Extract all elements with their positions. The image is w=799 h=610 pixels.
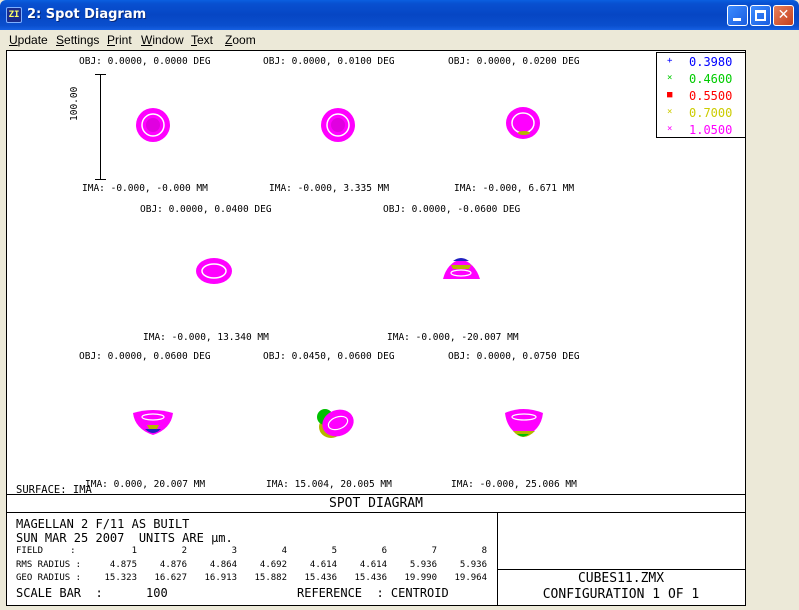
field-number: 6 (381, 546, 387, 556)
field-number: 7 (431, 546, 437, 556)
rms-value: 4.875 (109, 560, 137, 570)
close-icon: ✕ (777, 7, 790, 23)
menu-zoom[interactable]: Zoom (225, 33, 256, 47)
menu-print[interactable]: Print (107, 33, 132, 47)
rms-value: 5.936 (409, 560, 437, 570)
menu-window[interactable]: Window (141, 33, 184, 47)
spot-field-4 (196, 258, 232, 284)
spot-diagram-canvas[interactable]: + 0.3980 × 0.4600 ■ 0.5500 × 0.7000 × 1.… (6, 50, 746, 606)
rms-value: 5.936 (459, 560, 487, 570)
menu-text[interactable]: Text (191, 33, 213, 47)
stats-table: 1 2 3 4 5 6 7 8 4.875 4.876 4.864 4.692 … (77, 546, 487, 586)
menu-bar: Update Settings Print Window Text Zoom (0, 30, 799, 50)
rms-value: 4.692 (259, 560, 287, 570)
spot-field-2 (321, 108, 355, 142)
geo-value: 19.990 (404, 573, 437, 583)
minimize-button[interactable] (727, 5, 748, 26)
geo-row-label: GEO RADIUS : (16, 573, 82, 583)
lens-title: MAGELLAN 2 F/11 AS BUILT (16, 517, 190, 531)
spot-field-5 (443, 258, 480, 279)
file-name: CUBES11.ZMX (577, 571, 665, 586)
menu-settings[interactable]: Settings (56, 33, 99, 47)
spot-field-3 (506, 107, 540, 139)
geo-value: 16.627 (154, 573, 187, 583)
panel-heading: SPOT DIAGRAM (329, 496, 423, 511)
geo-value: 15.436 (354, 573, 387, 583)
spot-field-1 (136, 108, 170, 142)
menu-update[interactable]: Update (9, 33, 48, 47)
title-bar[interactable]: ZI 2: Spot Diagram ✕ (0, 0, 799, 30)
spot-plots (133, 107, 543, 438)
window-title: 2: Spot Diagram (27, 7, 147, 22)
panel-right-divider (497, 569, 745, 570)
minimize-icon (733, 18, 741, 21)
spot-field-8 (505, 409, 543, 437)
panel-heading-divider (7, 512, 745, 513)
reference-text: REFERENCE : CENTROID (297, 586, 449, 600)
field-number: 3 (231, 546, 237, 556)
configuration-label: CONFIGURATION 1 OF 1 (542, 587, 700, 602)
field-number: 2 (181, 546, 187, 556)
field-number: 8 (481, 546, 487, 556)
geo-value: 16.913 (204, 573, 237, 583)
scale-bar-text: SCALE BAR : 100 (16, 586, 168, 600)
rms-value: 4.876 (159, 560, 187, 570)
rms-value: 4.614 (309, 560, 337, 570)
date-units: SUN MAR 25 2007 UNITS ARE µm. (16, 531, 233, 545)
maximize-button[interactable] (750, 5, 771, 26)
spot-field-6 (133, 410, 173, 435)
panel-top-divider (7, 494, 745, 495)
app-icon[interactable]: ZI (6, 7, 22, 23)
maximize-icon (755, 10, 766, 21)
geo-value: 15.882 (254, 573, 287, 583)
field-number: 5 (331, 546, 337, 556)
rms-row-label: RMS RADIUS : (16, 560, 82, 570)
geo-value: 15.323 (104, 573, 137, 583)
field-number: 1 (131, 546, 137, 556)
spot-field-7 (317, 409, 354, 438)
geo-value: 15.436 (304, 573, 337, 583)
rms-value: 4.864 (209, 560, 237, 570)
rms-value: 4.614 (359, 560, 387, 570)
geo-value: 19.964 (454, 573, 487, 583)
field-number: 4 (281, 546, 287, 556)
field-row-label: FIELD : (16, 546, 76, 556)
close-button[interactable]: ✕ (773, 5, 794, 26)
